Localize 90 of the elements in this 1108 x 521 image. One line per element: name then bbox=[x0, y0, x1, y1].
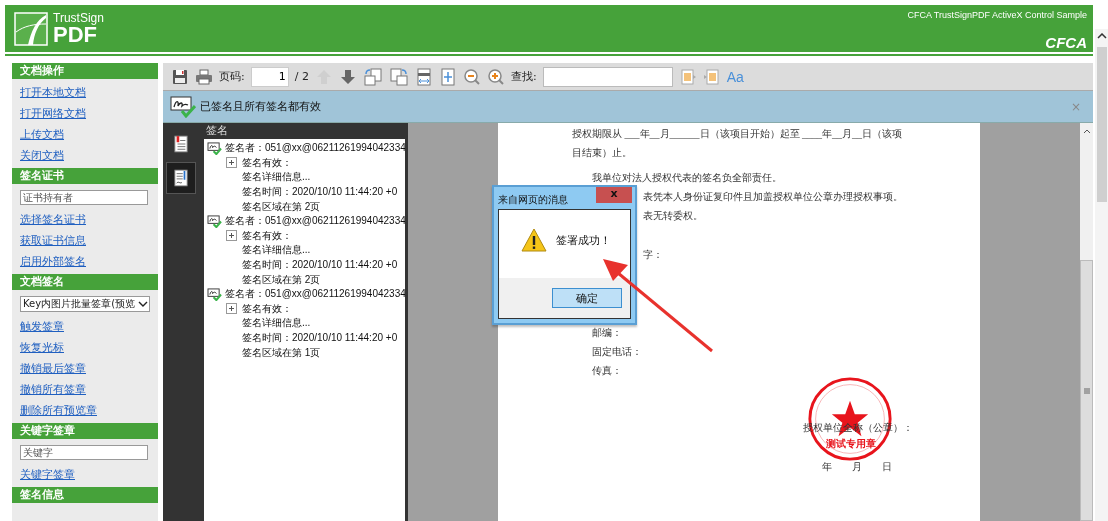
company-logo: CFCA bbox=[1045, 34, 1087, 51]
sidebar-link[interactable]: 关闭文档 bbox=[20, 148, 64, 162]
document-text: 目结束）止。 bbox=[572, 146, 632, 160]
sidebar-link[interactable]: 撤销所有签章 bbox=[20, 382, 86, 396]
scroll-up-icon[interactable] bbox=[1096, 33, 1107, 39]
section-header: 签名证书 bbox=[12, 168, 158, 184]
tree-item[interactable]: 签名区域在第 2页 bbox=[242, 272, 321, 287]
search-label: 查找: bbox=[510, 69, 537, 84]
dialog-message: 签署成功！ bbox=[556, 232, 611, 248]
search-field[interactable] bbox=[542, 66, 673, 87]
tree-item[interactable]: 签名有效： bbox=[242, 155, 292, 170]
page-number-field[interactable]: 1 bbox=[250, 66, 289, 87]
expand-icon[interactable] bbox=[226, 303, 237, 315]
text-field[interactable]: 关键字 bbox=[20, 445, 148, 460]
tree-item[interactable]: 签名有效： bbox=[242, 301, 292, 316]
tree-item[interactable]: 签名详细信息... bbox=[242, 243, 311, 258]
rotate-left-icon[interactable] bbox=[362, 67, 383, 86]
tree-item[interactable]: 签名有效： bbox=[242, 228, 292, 243]
document-text: 授权期限从 ___年__月______日（该项目开始）起至 ____年__月__日（该项 bbox=[572, 127, 902, 141]
sidebar-link[interactable]: 上传文档 bbox=[20, 127, 64, 141]
tree-item[interactable]: 签名区域在第 2页 bbox=[242, 199, 321, 214]
sidebar-link[interactable]: 撤销最后签章 bbox=[20, 361, 86, 375]
scroll-up-icon[interactable] bbox=[1082, 129, 1091, 134]
signature-valid-icon bbox=[207, 287, 222, 301]
warning-icon bbox=[521, 228, 547, 252]
signature-valid-icon bbox=[170, 95, 196, 118]
zoom-out-icon[interactable] bbox=[462, 67, 481, 86]
sidebar-link[interactable]: 打开本地文档 bbox=[20, 85, 86, 99]
fit-page-icon[interactable] bbox=[438, 67, 457, 86]
find-next-icon[interactable] bbox=[702, 67, 721, 86]
signature-valid-icon bbox=[207, 214, 222, 228]
print-icon[interactable] bbox=[195, 67, 213, 86]
section-header: 签名信息 bbox=[12, 487, 158, 503]
sidebar-link[interactable]: 启用外部签名 bbox=[20, 254, 86, 268]
sidebar-link[interactable]: 获取证书信息 bbox=[20, 233, 86, 247]
tree-item[interactable]: 签名区域在第 1页 bbox=[242, 345, 321, 360]
text-field[interactable]: 证书持有者 bbox=[20, 190, 148, 205]
sidebar-link[interactable]: 触发签章 bbox=[20, 319, 64, 333]
sidebar-link[interactable]: 选择签名证书 bbox=[20, 212, 86, 226]
document-text: 年 月 日 bbox=[821, 460, 892, 474]
document-text: 邮编： bbox=[592, 326, 622, 340]
document-signature-icon bbox=[173, 168, 188, 188]
document-text: 表无转委权。 bbox=[643, 209, 703, 223]
scrollbar[interactable] bbox=[1080, 123, 1093, 521]
expand-icon[interactable] bbox=[226, 230, 237, 242]
tree-item[interactable]: 签名详细信息... bbox=[242, 316, 311, 331]
document-text: 字： bbox=[643, 248, 663, 262]
tree-item[interactable]: 签名者：051@xx@06211261994042334 bbox=[225, 141, 405, 156]
section-header: 关键字签章 bbox=[12, 423, 158, 439]
rotate-right-icon[interactable] bbox=[388, 67, 409, 86]
caret-icon bbox=[138, 301, 149, 307]
logo-icon bbox=[14, 11, 48, 46]
brand-name: TrustSign bbox=[53, 11, 104, 24]
tree-item[interactable]: 签名时间：2020/10/10 11:44:20 +0 bbox=[242, 185, 398, 200]
grip-icon bbox=[1082, 387, 1091, 394]
seal-caption: 测试专用章 bbox=[826, 439, 876, 449]
sidebar-link[interactable]: 关键字签章 bbox=[20, 467, 75, 481]
find-previous-icon[interactable] bbox=[678, 67, 697, 86]
expand-icon[interactable] bbox=[226, 157, 237, 169]
panel-title: 签名 bbox=[205, 123, 229, 139]
sidebar-link[interactable]: 打开网络文档 bbox=[20, 106, 86, 120]
ok-button[interactable]: 确定 bbox=[552, 288, 622, 308]
scrollbar[interactable] bbox=[1095, 29, 1108, 521]
tree-item[interactable]: 签名时间：2020/10/10 11:44:20 +0 bbox=[242, 258, 398, 273]
tree-item[interactable]: 签名时间：2020/10/10 11:44:20 +0 bbox=[242, 331, 398, 345]
header-caption: CFCA TrustSignPDF ActiveX Control Sample bbox=[907, 10, 1087, 20]
document-text: 表凭本人身份证复印件且加盖授权单位公章办理授权事项。 bbox=[643, 190, 903, 204]
signatures-tab[interactable] bbox=[165, 162, 196, 194]
fit-width-icon[interactable] bbox=[414, 67, 433, 86]
document-text: 固定电话： bbox=[592, 345, 642, 359]
save-icon[interactable] bbox=[171, 67, 189, 86]
sidebar-link[interactable]: 恢复光标 bbox=[20, 340, 64, 354]
zoom-in-icon[interactable] bbox=[486, 67, 505, 86]
section-header: 文档操作 bbox=[12, 63, 158, 79]
scroll-thumb[interactable] bbox=[1080, 260, 1093, 521]
dialog-title: 来自网页的消息 bbox=[497, 193, 568, 207]
dropdown[interactable]: Key内图片批量签章(预览 bbox=[20, 296, 150, 312]
status-message: 已签名且所有签名都有效 bbox=[200, 99, 322, 114]
scroll-thumb[interactable] bbox=[1096, 47, 1107, 202]
page-label: 页码: bbox=[219, 69, 245, 84]
bookmark-icon bbox=[173, 134, 188, 154]
document-text: 我单位对法人授权代表的签名负全部责任。 bbox=[592, 171, 782, 185]
tree-item[interactable]: 签名详细信息... bbox=[242, 170, 311, 185]
page-total: / 2 bbox=[294, 70, 309, 83]
section-header: 文档签名 bbox=[12, 274, 158, 290]
document-text: 传真： bbox=[592, 364, 622, 378]
tree-item[interactable]: 签名者：051@xx@06211261994042334 bbox=[225, 214, 405, 229]
tree-item[interactable]: 签名者：051@xx@06211261994042334 bbox=[225, 287, 405, 302]
sidebar-link[interactable]: 删除所有预览章 bbox=[20, 403, 97, 417]
close-button[interactable]: x bbox=[596, 187, 632, 203]
